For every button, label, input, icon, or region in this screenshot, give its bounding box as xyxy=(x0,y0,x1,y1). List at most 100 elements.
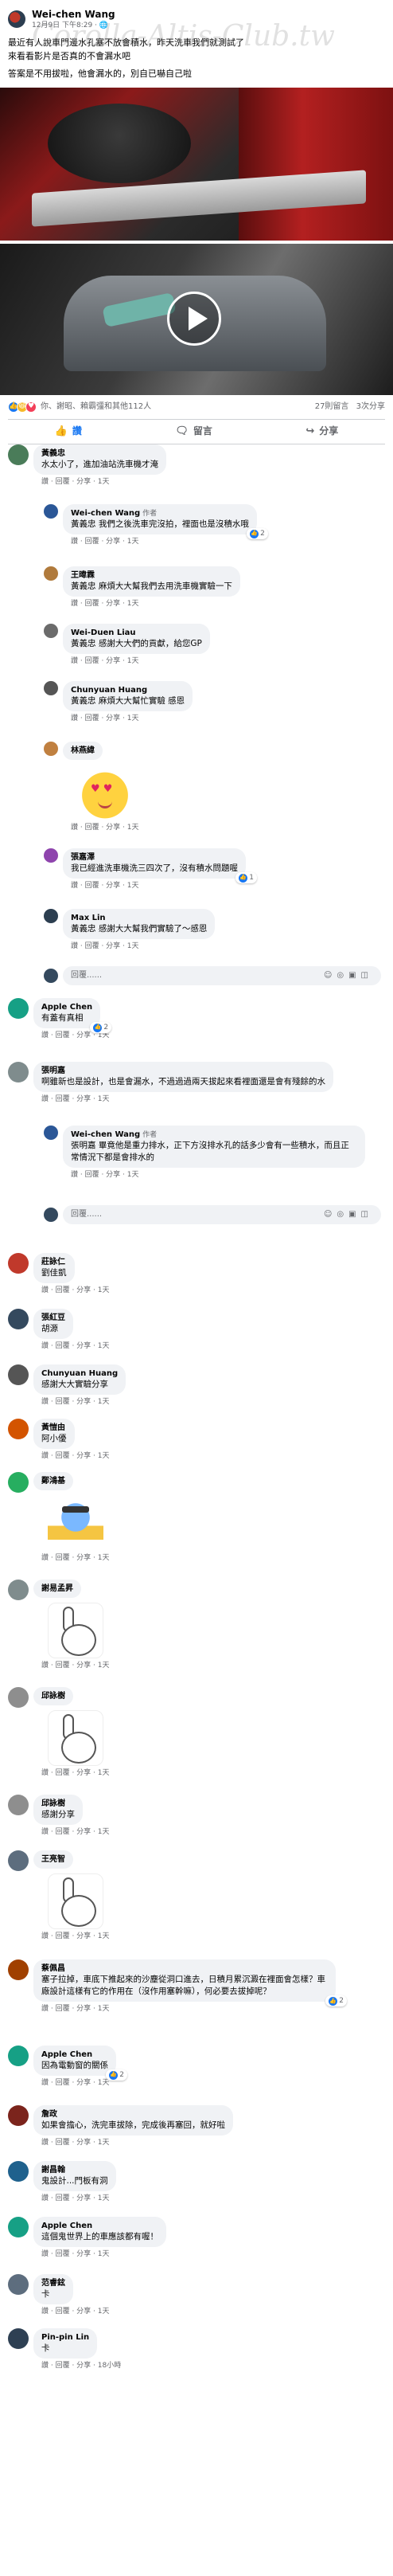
commenter-name[interactable]: Wei-chen Wang 作者 xyxy=(71,1129,357,1141)
commenter-avatar[interactable] xyxy=(44,680,58,695)
commenter-name[interactable]: Chunyuan Huang xyxy=(71,685,185,696)
commenter-name[interactable]: 王亮智 xyxy=(41,1854,65,1865)
commenter-name[interactable]: 蔡佩昌 xyxy=(41,1963,328,1975)
commenter-name[interactable]: 謝昌翰 xyxy=(41,2165,108,2176)
commenter-avatar[interactable] xyxy=(8,997,29,1019)
comment-actions[interactable]: 讚 · 回覆 · 分享 · 1天 xyxy=(63,879,246,891)
comment-actions[interactable]: 讚 · 回覆 · 分享 · 1天 xyxy=(33,1929,109,1941)
commenter-avatar[interactable] xyxy=(8,1418,29,1439)
commenter-name[interactable]: 范睿鉉 xyxy=(41,2278,65,2289)
commenter-name[interactable]: Apple Chen xyxy=(41,2221,158,2232)
reply-input[interactable]: 回覆...... ☺◎▣◫ xyxy=(63,965,381,985)
comment-actions[interactable]: 讚 · 回覆 · 分享 · 1天 xyxy=(33,475,166,487)
comment-actions[interactable]: 讚 · 回覆 · 分享 · 1天 xyxy=(63,534,257,546)
comment-actions[interactable]: 讚 · 回覆 · 分享 · 1天 xyxy=(63,1168,365,1180)
reply-input[interactable]: 回覆...... ☺◎▣◫ xyxy=(63,1204,381,1224)
like-button[interactable]: 👍 讚 xyxy=(55,425,82,439)
commenter-avatar[interactable] xyxy=(8,1061,29,1082)
comment-sticker[interactable] xyxy=(48,1495,103,1551)
commenter-name[interactable]: 王暐霖 xyxy=(71,570,232,581)
commenter-name[interactable]: Wei-chen Wang 作者 xyxy=(71,508,249,519)
comment-sticker[interactable] xyxy=(48,1710,103,1766)
commenter-avatar[interactable] xyxy=(44,1125,58,1140)
comments-count[interactable]: 27則留言 xyxy=(315,402,349,411)
comment-actions[interactable]: 讚 · 回覆 · 分享 · 1天 xyxy=(63,597,240,609)
comment-reaction-count[interactable]: 👍 2 xyxy=(325,1995,347,2007)
commenter-avatar[interactable] xyxy=(8,1308,29,1329)
comment-actions[interactable]: 讚 · 回覆 · 分享 · 1天 xyxy=(63,939,215,951)
comment-sticker[interactable] xyxy=(48,1873,103,1929)
commenter-avatar[interactable] xyxy=(8,2045,29,2066)
commenter-name[interactable]: 張紅豆 xyxy=(41,1313,65,1324)
comment-sticker[interactable] xyxy=(77,765,133,820)
author-avatar[interactable] xyxy=(8,10,25,28)
commenter-avatar[interactable] xyxy=(44,566,58,581)
post-video[interactable] xyxy=(0,243,393,395)
commenter-name[interactable]: 張嘉澤 xyxy=(71,852,238,863)
commenter-name[interactable]: Apple Chen xyxy=(41,1002,92,1013)
commenter-name[interactable]: Max Lin xyxy=(71,913,207,924)
comment-reaction-count[interactable]: 👍 2 xyxy=(247,528,268,540)
commenter-name[interactable]: 張明嘉 xyxy=(41,1066,325,1077)
post-author[interactable]: Wei-chen Wang xyxy=(32,8,115,21)
reactions-summary[interactable]: 你、謝昭、賴霸彊和其他112人 xyxy=(41,401,151,413)
comment-actions[interactable]: 讚 · 回覆 · 分享 · 18小時 xyxy=(33,2359,121,2370)
comment-actions[interactable]: 讚 · 回覆 · 分享 · 1天 xyxy=(33,1658,109,1670)
comment-actions[interactable]: 讚 · 回覆 · 分享 · 1天 xyxy=(33,2002,336,2014)
comment-actions[interactable]: 讚 · 回覆 · 分享 · 1天 xyxy=(33,1766,109,1778)
commenter-avatar[interactable] xyxy=(44,503,58,519)
commenter-avatar[interactable] xyxy=(8,1252,29,1274)
commenter-name[interactable]: 邱詠樹 xyxy=(41,1691,65,1702)
comment-button[interactable]: 🗨 留言 xyxy=(175,425,212,439)
commenter-avatar[interactable] xyxy=(8,1959,29,1980)
commenter-avatar[interactable] xyxy=(8,1471,29,1493)
commenter-avatar[interactable] xyxy=(8,2160,29,2182)
comment-actions[interactable]: 讚 · 回覆 · 分享 · 1天 xyxy=(33,2304,109,2316)
post-timestamp[interactable]: 12月9日 下午8:29 · 🌐 xyxy=(32,21,115,30)
comment-actions[interactable]: 讚 · 回覆 · 分享 · 1天 xyxy=(33,2191,116,2203)
commenter-avatar[interactable] xyxy=(8,1579,29,1600)
comment-actions[interactable]: 讚 · 回覆 · 分享 · 1天 xyxy=(33,1825,109,1837)
commenter-name[interactable]: Chunyuan Huang xyxy=(41,1368,118,1380)
commenter-avatar[interactable] xyxy=(8,1686,29,1708)
comment-reaction-count[interactable]: 👍 1 xyxy=(235,872,257,884)
comment-actions[interactable]: 讚 · 回覆 · 分享 · 1天 xyxy=(33,1449,109,1461)
reply-tool-icons[interactable]: ☺◎▣◫ xyxy=(324,1209,373,1220)
share-button[interactable]: ↪ 分享 xyxy=(305,425,338,439)
post-photo[interactable] xyxy=(0,87,393,241)
commenter-name[interactable]: Pin-pin Lin xyxy=(41,2332,89,2343)
commenter-avatar[interactable] xyxy=(8,1364,29,1385)
comment-actions[interactable]: 讚 · 回覆 · 分享 · 1天 xyxy=(63,711,193,723)
comment-actions[interactable]: 讚 · 回覆 · 分享 · 1天 xyxy=(33,1395,126,1407)
shares-count[interactable]: 3次分享 xyxy=(356,402,385,411)
commenter-avatar[interactable] xyxy=(8,2273,29,2295)
commenter-avatar[interactable] xyxy=(44,623,58,638)
commenter-avatar[interactable] xyxy=(8,1850,29,1871)
comment-actions[interactable]: 讚 · 回覆 · 分享 · 1天 xyxy=(33,1092,333,1104)
commenter-avatar[interactable] xyxy=(8,444,29,465)
comment-actions[interactable]: 讚 · 回覆 · 分享 · 1天 xyxy=(63,820,138,832)
commenter-avatar[interactable] xyxy=(8,2104,29,2126)
commenter-name[interactable]: 莊詠仁 xyxy=(41,1257,67,1268)
commenter-name[interactable]: 黃義忠 xyxy=(41,448,158,460)
comment-actions[interactable]: 讚 · 回覆 · 分享 · 1天 xyxy=(33,1339,109,1351)
commenter-avatar[interactable] xyxy=(44,908,58,923)
commenter-name[interactable]: 黃愷由 xyxy=(41,1423,67,1434)
comment-reaction-count[interactable]: 👍 2 xyxy=(90,1022,112,1034)
play-icon[interactable] xyxy=(167,291,221,346)
commenter-avatar[interactable] xyxy=(8,2216,29,2237)
comment-actions[interactable]: 讚 · 回覆 · 分享 · 1天 xyxy=(33,1283,109,1295)
comment-actions[interactable]: 讚 · 回覆 · 分享 · 1天 xyxy=(63,654,210,666)
commenter-name[interactable]: 謝易孟昇 xyxy=(41,1584,73,1595)
commenter-name[interactable]: Wei-Duen Liau xyxy=(71,628,202,639)
commenter-avatar[interactable] xyxy=(8,1794,29,1815)
comment-actions[interactable]: 讚 · 回覆 · 分享 · 1天 xyxy=(33,2247,166,2259)
commenter-name[interactable]: 鄭鴻基 xyxy=(41,1476,65,1487)
commenter-name[interactable]: 林燕緯 xyxy=(71,746,95,757)
reply-tool-icons[interactable]: ☺◎▣◫ xyxy=(324,970,373,981)
commenter-name[interactable]: 詹政 xyxy=(41,2109,225,2120)
comment-actions[interactable]: 讚 · 回覆 · 分享 · 1天 xyxy=(33,2136,233,2147)
commenter-name[interactable]: 邱詠樹 xyxy=(41,1799,75,1810)
comment-sticker[interactable] xyxy=(48,1603,103,1658)
comment-actions[interactable]: 讚 · 回覆 · 分享 · 1天 xyxy=(33,1551,109,1563)
